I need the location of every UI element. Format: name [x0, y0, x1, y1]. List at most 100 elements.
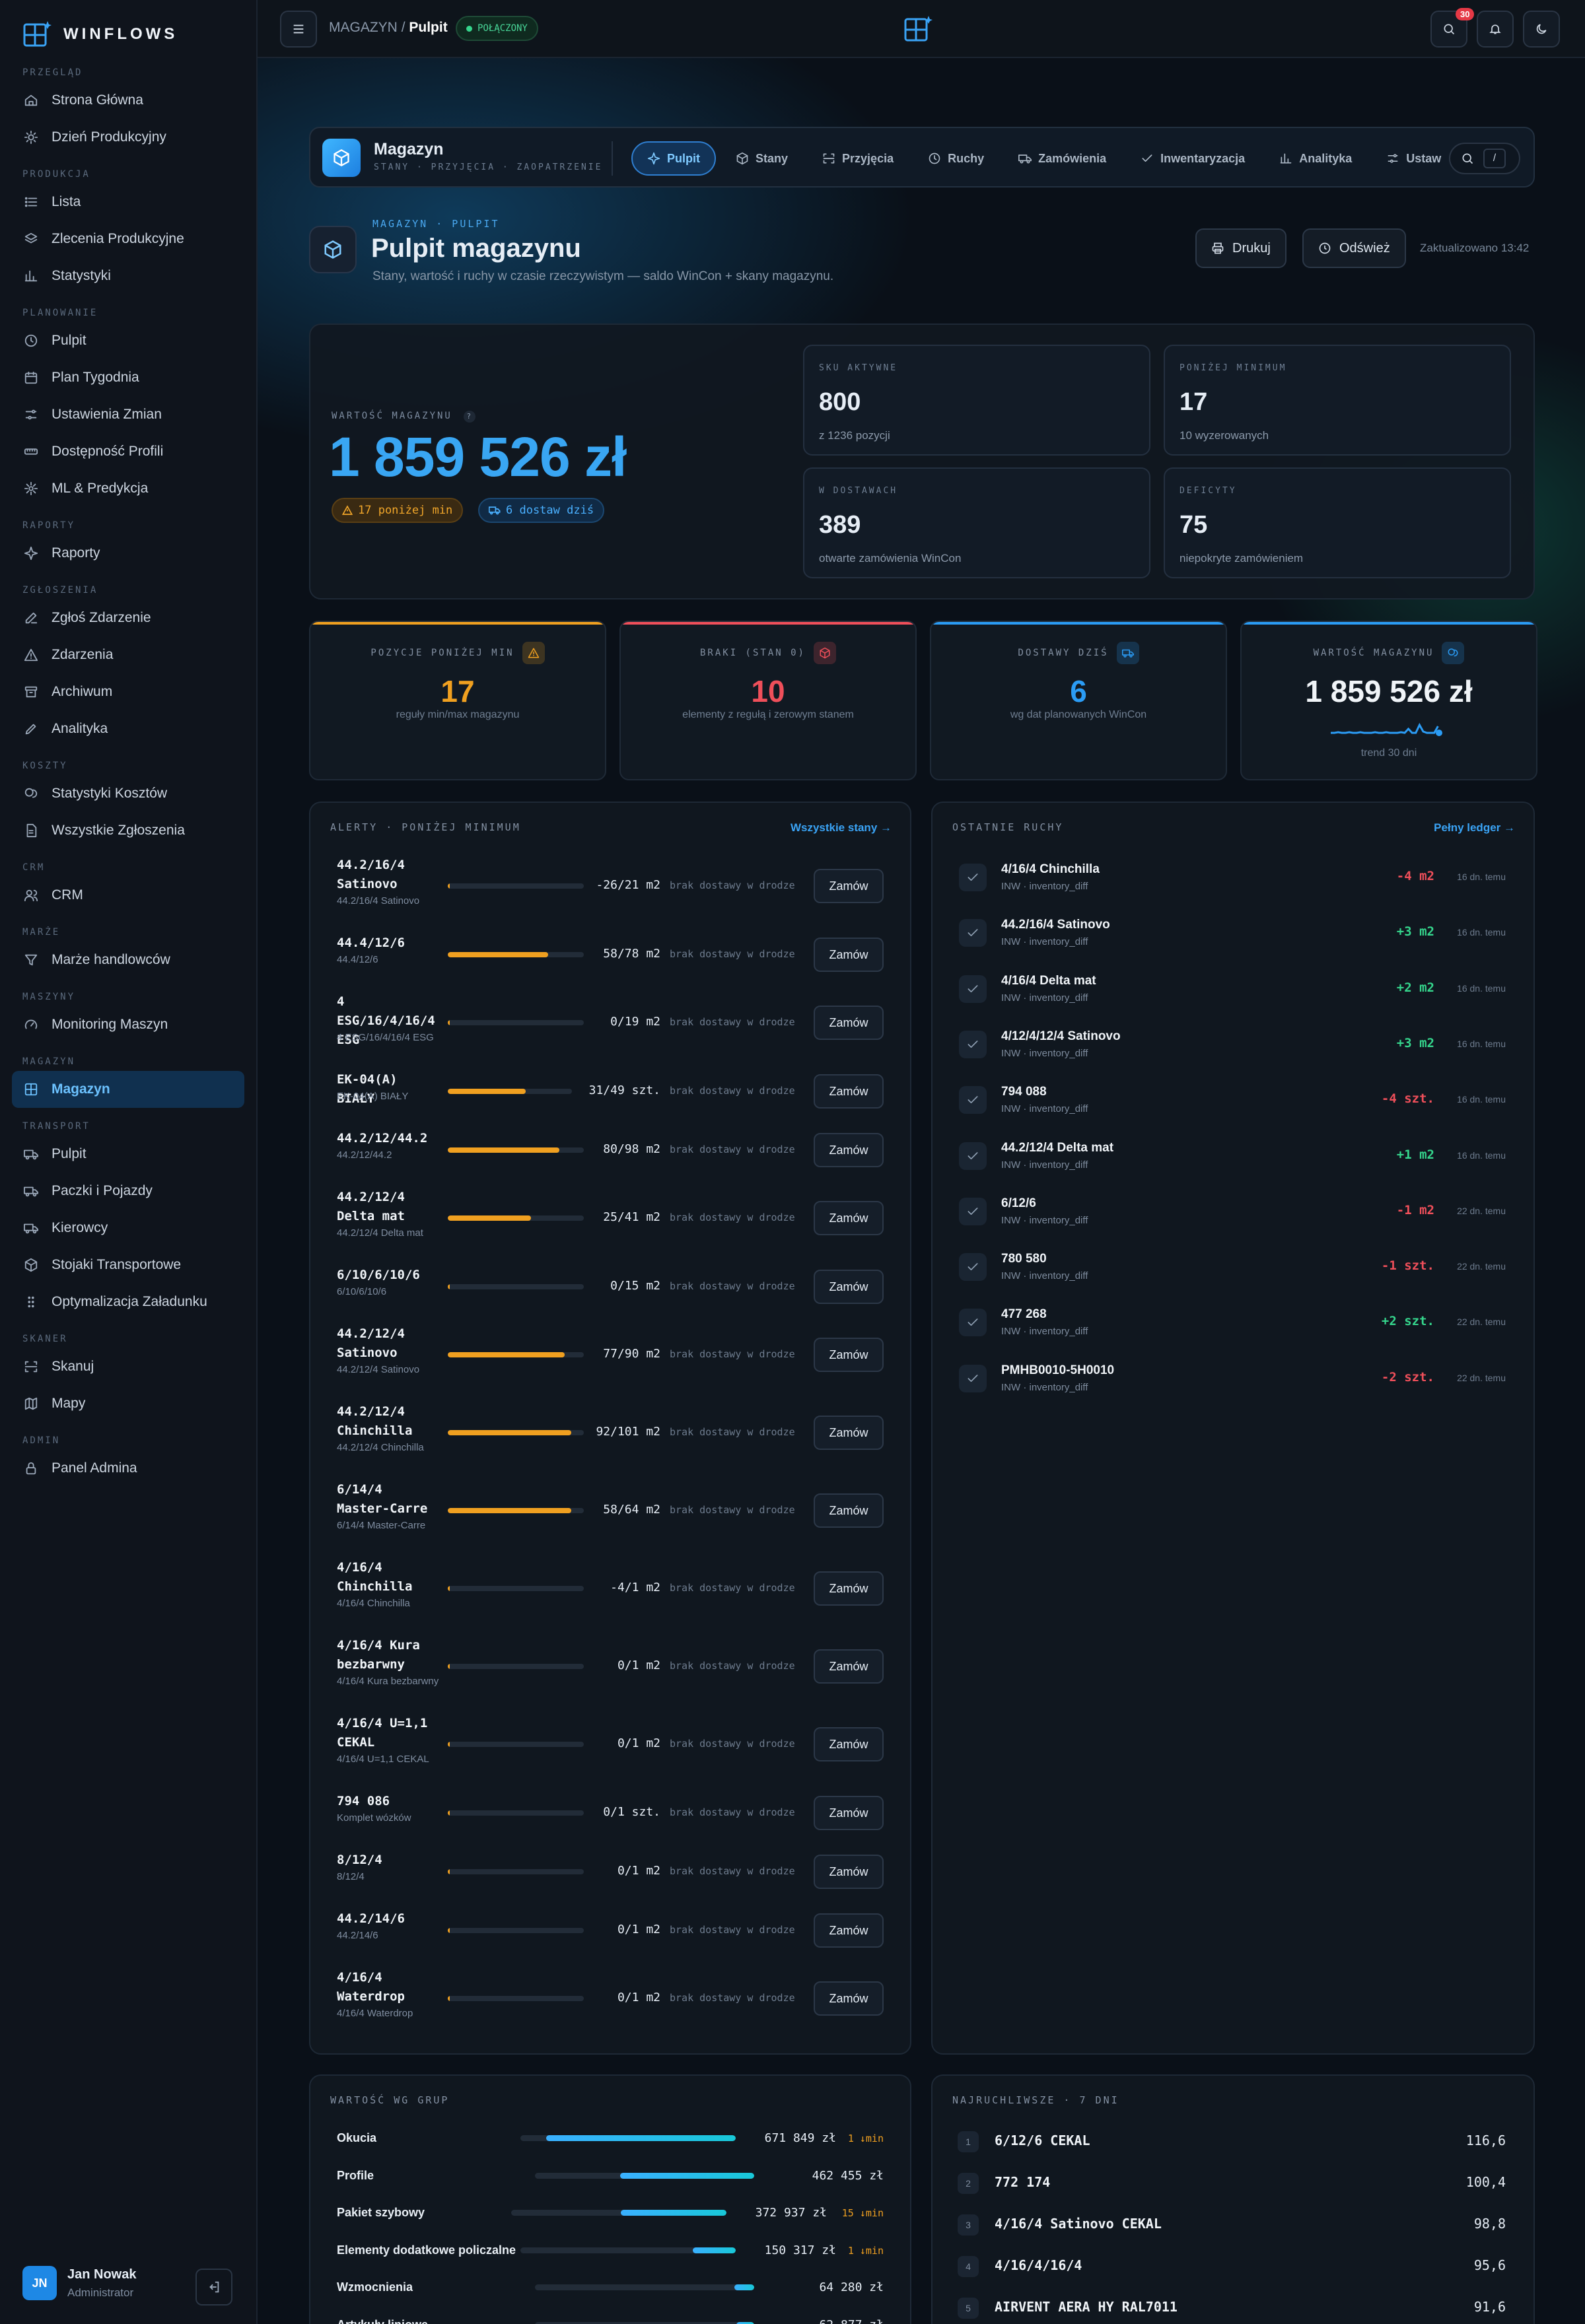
order-button[interactable]: Zamów: [814, 938, 884, 972]
sidebar-item-mapy[interactable]: Mapy: [12, 1385, 244, 1422]
sidebar-item-ml-predykcja[interactable]: ML & Predykcja: [12, 470, 244, 507]
stat-card-dostawy-dzis[interactable]: DOSTAWY DZIŚ 6 wg dat planowanych WinCon: [930, 621, 1227, 780]
kpi-card-ponizej-minimum[interactable]: PONIŻEJ MINIMUM 17 10 wyzerowanych: [1164, 345, 1511, 456]
tab-analityka[interactable]: Analityka: [1265, 141, 1366, 176]
sidebar-item-monitoring-maszyn[interactable]: Monitoring Maszyn: [12, 1006, 244, 1043]
kpi-card-sku-aktywne[interactable]: SKU AKTYWNE 800 z 1236 pozycji: [803, 345, 1150, 456]
sidebar-item-dzien-produkcyjny[interactable]: Dzień Produkcyjny: [12, 119, 244, 156]
top-mover-row[interactable]: 2 772 174 100,4: [933, 2162, 1532, 2203]
order-button[interactable]: Zamów: [814, 1133, 884, 1167]
top-mover-row[interactable]: 3 4/16/4 Satinovo CEKAL 98,8: [933, 2204, 1532, 2245]
movement-row[interactable]: 4/12/4/12/4 Satinovo INW · inventory_diff…: [933, 1019, 1532, 1074]
kpi-card-w-dostawach[interactable]: W DOSTAWACH 389 otwarte zamówienia WinCon: [803, 467, 1150, 578]
sidebar-item-zdarzenia[interactable]: Zdarzenia: [12, 636, 244, 673]
group-row[interactable]: Profile 462 455 zł: [310, 2158, 910, 2195]
tab-stany[interactable]: Stany: [721, 141, 802, 176]
help-icon[interactable]: ?: [464, 411, 476, 423]
order-button[interactable]: Zamów: [814, 1855, 884, 1889]
movement-row[interactable]: 6/12/6 INW · inventory_diff -1 m2 22 dn. te…: [933, 1186, 1532, 1241]
user-card[interactable]: JN Jan Nowak Administrator: [22, 2266, 136, 2300]
movement-row[interactable]: 477 268 INW · inventory_diff +2 szt. 22 dn.…: [933, 1297, 1532, 1352]
sidebar-item-ustawienia-zmian[interactable]: Ustawienia Zmian: [12, 396, 244, 433]
group-row[interactable]: Artykuły liniowe 62 877 zł: [310, 2307, 910, 2324]
module-search-button[interactable]: /: [1449, 143, 1520, 174]
sidebar-item-crm[interactable]: CRM: [12, 877, 244, 914]
stat-card-pozycje-ponizej-min[interactable]: POZYCJE PONIŻEJ MIN 17 reguły min/max maga…: [309, 621, 606, 780]
order-button[interactable]: Zamów: [814, 1006, 884, 1040]
order-button[interactable]: Zamów: [814, 1201, 884, 1235]
order-button[interactable]: Zamów: [814, 869, 884, 903]
movement-row[interactable]: 44.2/16/4 Satinovo INW · inventory_diff +3…: [933, 907, 1532, 963]
order-button[interactable]: Zamów: [814, 1493, 884, 1528]
sidebar-item-optymalizacja-zaladunku[interactable]: Optymalizacja Załadunku: [12, 1283, 244, 1320]
print-button[interactable]: Drukuj: [1195, 228, 1286, 268]
group-row[interactable]: Elementy dodatkowe policzalne 150 317 zł 1…: [310, 2233, 910, 2270]
stat-card-wartosc-magazynu[interactable]: WARTOŚĆ MAGAZYNU 1 859 526 zł trend 30 dni: [1240, 621, 1537, 780]
tab-przyjecia[interactable]: Przyjęcia: [808, 141, 908, 176]
group-row[interactable]: Pakiet szybowy 372 937 zł 15 ↓min: [310, 2195, 910, 2232]
kpi-card-deficyty[interactable]: DEFICYTY 75 niepokryte zamówieniem: [1164, 467, 1511, 578]
order-button[interactable]: Zamów: [814, 1074, 884, 1109]
breadcrumb-parent[interactable]: MAGAZYN: [329, 20, 398, 35]
movement-row[interactable]: 4/16/4 Chinchilla INW · inventory_diff -4 …: [933, 852, 1532, 907]
notifications-button[interactable]: [1477, 11, 1514, 48]
movement-row[interactable]: 780 580 INW · inventory_diff -1 szt. 22 dn.…: [933, 1241, 1532, 1297]
sidebar-item-wszystkie-zgloszenia[interactable]: Wszystkie Zgłoszenia: [12, 812, 244, 849]
order-button[interactable]: Zamów: [814, 1913, 884, 1948]
sidebar-item-magazyn[interactable]: Magazyn: [12, 1071, 244, 1108]
full-ledger-link[interactable]: Pełny ledger →: [1434, 821, 1515, 835]
sidebar-item-zglos-zdarzenie[interactable]: Zgłoś Zdarzenie: [12, 599, 244, 636]
group-row[interactable]: Okucia 671 849 zł 1 ↓min: [310, 2121, 910, 2158]
all-stock-link[interactable]: Wszystkie stany →: [791, 821, 892, 835]
order-button[interactable]: Zamów: [814, 1338, 884, 1372]
logout-button[interactable]: [195, 2269, 232, 2306]
center-logo-icon[interactable]: [903, 15, 933, 44]
sidebar-item-pulpit[interactable]: Pulpit: [12, 1136, 244, 1173]
tab-pulpit[interactable]: Pulpit: [631, 141, 716, 176]
order-button[interactable]: Zamów: [814, 1270, 884, 1304]
movement-row[interactable]: 44.2/12/4 Delta mat INW · inventory_diff +…: [933, 1130, 1532, 1186]
group-row[interactable]: Wzmocnienia 64 280 zł: [310, 2270, 910, 2307]
sidebar-item-plan-tygodnia[interactable]: Plan Tygodnia: [12, 359, 244, 396]
sidebar-item-archiwum[interactable]: Archiwum: [12, 673, 244, 710]
order-button[interactable]: Zamów: [814, 1571, 884, 1606]
sidebar-item-skanuj[interactable]: Skanuj: [12, 1348, 244, 1385]
deliveries-pill[interactable]: 6 dostaw dziś: [478, 498, 605, 523]
order-button[interactable]: Zamów: [814, 1727, 884, 1761]
sidebar-item-kierowcy[interactable]: Kierowcy: [12, 1210, 244, 1247]
tab-inwentaryzacja[interactable]: Inwentaryzacja: [1126, 141, 1259, 176]
top-mover-row[interactable]: 4 4/16/4/16/4 95,6: [933, 2245, 1532, 2286]
alert-item-subtitle: 44.2/16/4 Satinovo: [337, 895, 420, 906]
movement-row[interactable]: PMHB0010-5H0010 INW · inventory_diff -2 sz…: [933, 1353, 1532, 1408]
sidebar-item-zlecenia-produkcyjne[interactable]: Zlecenia Produkcyjne: [12, 221, 244, 257]
sidebar-item-raporty[interactable]: Raporty: [12, 535, 244, 572]
sidebar-item-pulpit[interactable]: Pulpit: [12, 322, 244, 359]
theme-toggle-button[interactable]: [1523, 11, 1560, 48]
sidebar-item-stojaki-transportowe[interactable]: Stojaki Transportowe: [12, 1247, 244, 1283]
movement-row[interactable]: 4/16/4 Delta mat INW · inventory_diff +2 m…: [933, 963, 1532, 1019]
order-button[interactable]: Zamów: [814, 1416, 884, 1450]
sidebar-item-paczki-i-pojazdy[interactable]: Paczki i Pojazdy: [12, 1173, 244, 1210]
top-mover-row[interactable]: 5 AIRVENT AERA HY RAL7011 91,6: [933, 2287, 1532, 2324]
movement-row[interactable]: 794 088 INW · inventory_diff -4 szt. 16 dn.…: [933, 1074, 1532, 1130]
below-min-pill[interactable]: 17 poniżej min: [332, 498, 464, 523]
sidebar-item-statystyki[interactable]: Statystyki: [12, 257, 244, 294]
sidebar-item-analityka[interactable]: Analityka: [12, 710, 244, 747]
sidebar-item-strona-glowna[interactable]: Strona Główna: [12, 82, 244, 119]
stat-card-braki-stan-0[interactable]: BRAKI (STAN 0) 10 elementy z regułą i zero…: [619, 621, 917, 780]
tab-ruchy[interactable]: Ruchy: [913, 141, 999, 176]
order-button[interactable]: Zamów: [814, 1796, 884, 1830]
order-button[interactable]: Zamów: [814, 1981, 884, 2016]
sidebar-item-marze-handlowcow[interactable]: Marże handlowców: [12, 941, 244, 978]
sidebar-item-statystyki-kosztow[interactable]: Statystyki Kosztów: [12, 775, 244, 812]
order-button[interactable]: Zamów: [814, 1649, 884, 1684]
sidebar-item-panel-admina[interactable]: Panel Admina: [12, 1450, 244, 1487]
menu-toggle-button[interactable]: [280, 11, 317, 48]
tab-zamowienia[interactable]: Zamówienia: [1004, 141, 1121, 176]
refresh-button[interactable]: Odśwież: [1302, 228, 1406, 268]
sidebar-item-dostepnosc-profili[interactable]: Dostępność Profili: [12, 433, 244, 470]
tab-ustaw[interactable]: Ustaw: [1372, 141, 1456, 176]
top-mover-row[interactable]: 1 6/12/6 CEKAL 116,6: [933, 2121, 1532, 2162]
sidebar-item-lista[interactable]: Lista: [12, 184, 244, 221]
brand[interactable]: WINFLOWS: [22, 20, 178, 49]
